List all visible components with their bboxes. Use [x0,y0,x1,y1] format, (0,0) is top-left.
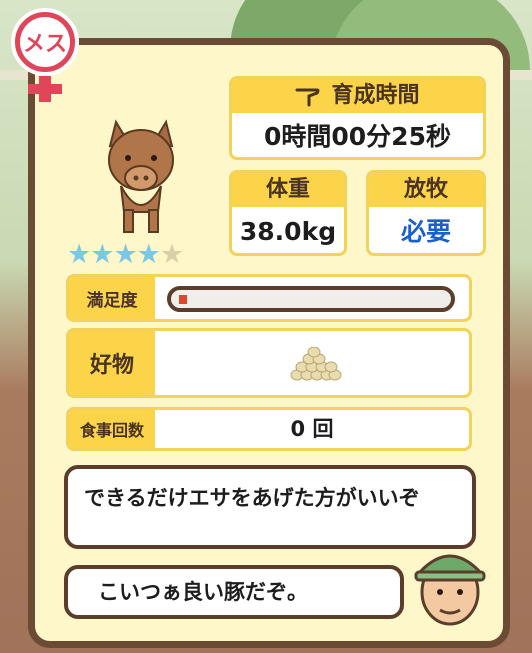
satisfaction-row: 満足度 [66,274,472,322]
weight-label: 体重 [232,173,344,207]
growth-time-value: 0時間00分25秒 [264,122,451,151]
satisfaction-label: 満足度 [69,277,155,319]
farmer-avatar [414,554,486,626]
star-icon: ★ [113,239,137,270]
growth-time-header: 育成時間 [232,79,483,113]
weight-value: 38.0kg [239,217,337,246]
rating-stars: ★★★★★ [67,239,184,270]
advice-text: できるだけエサをあげた方がいいぞ [84,486,420,510]
favorite-food-row: 好物 [66,328,472,398]
grazing-value: 必要 [400,217,451,246]
grazing-label: 放牧 [369,173,483,207]
growth-time-card: 育成時間 0時間00分25秒 [229,76,486,160]
satisfaction-fill [179,295,187,304]
meal-count-label: 食事回数 [69,410,155,448]
star-icon: ★ [90,239,114,270]
growth-time-label: 育成時間 [331,83,420,108]
star-empty-icon: ★ [159,239,184,270]
advice-speech-bubble: できるだけエサをあげた方がいいぞ [64,465,476,549]
favorite-food-label: 好物 [69,331,155,395]
comment-speech-bubble: こいつぁ良い豚だぞ。 [64,565,404,619]
gender-label: メス [23,32,67,57]
whistle-icon [295,88,320,107]
star-icon: ★ [136,239,161,270]
grazing-card[interactable]: 放牧 必要 [366,170,486,256]
female-gender-badge: メス [11,8,79,102]
comment-text: こいつぁ良い豚だぞ。 [98,580,308,604]
pig-illustration [108,119,174,233]
satisfaction-bar [167,286,455,312]
meal-count-row: 食事回数 0 回 [66,407,472,451]
feed-pellets-icon [290,347,342,381]
weight-card: 体重 38.0kg [229,170,347,256]
star-icon: ★ [67,239,91,270]
meal-count-value: 0 回 [290,417,334,441]
